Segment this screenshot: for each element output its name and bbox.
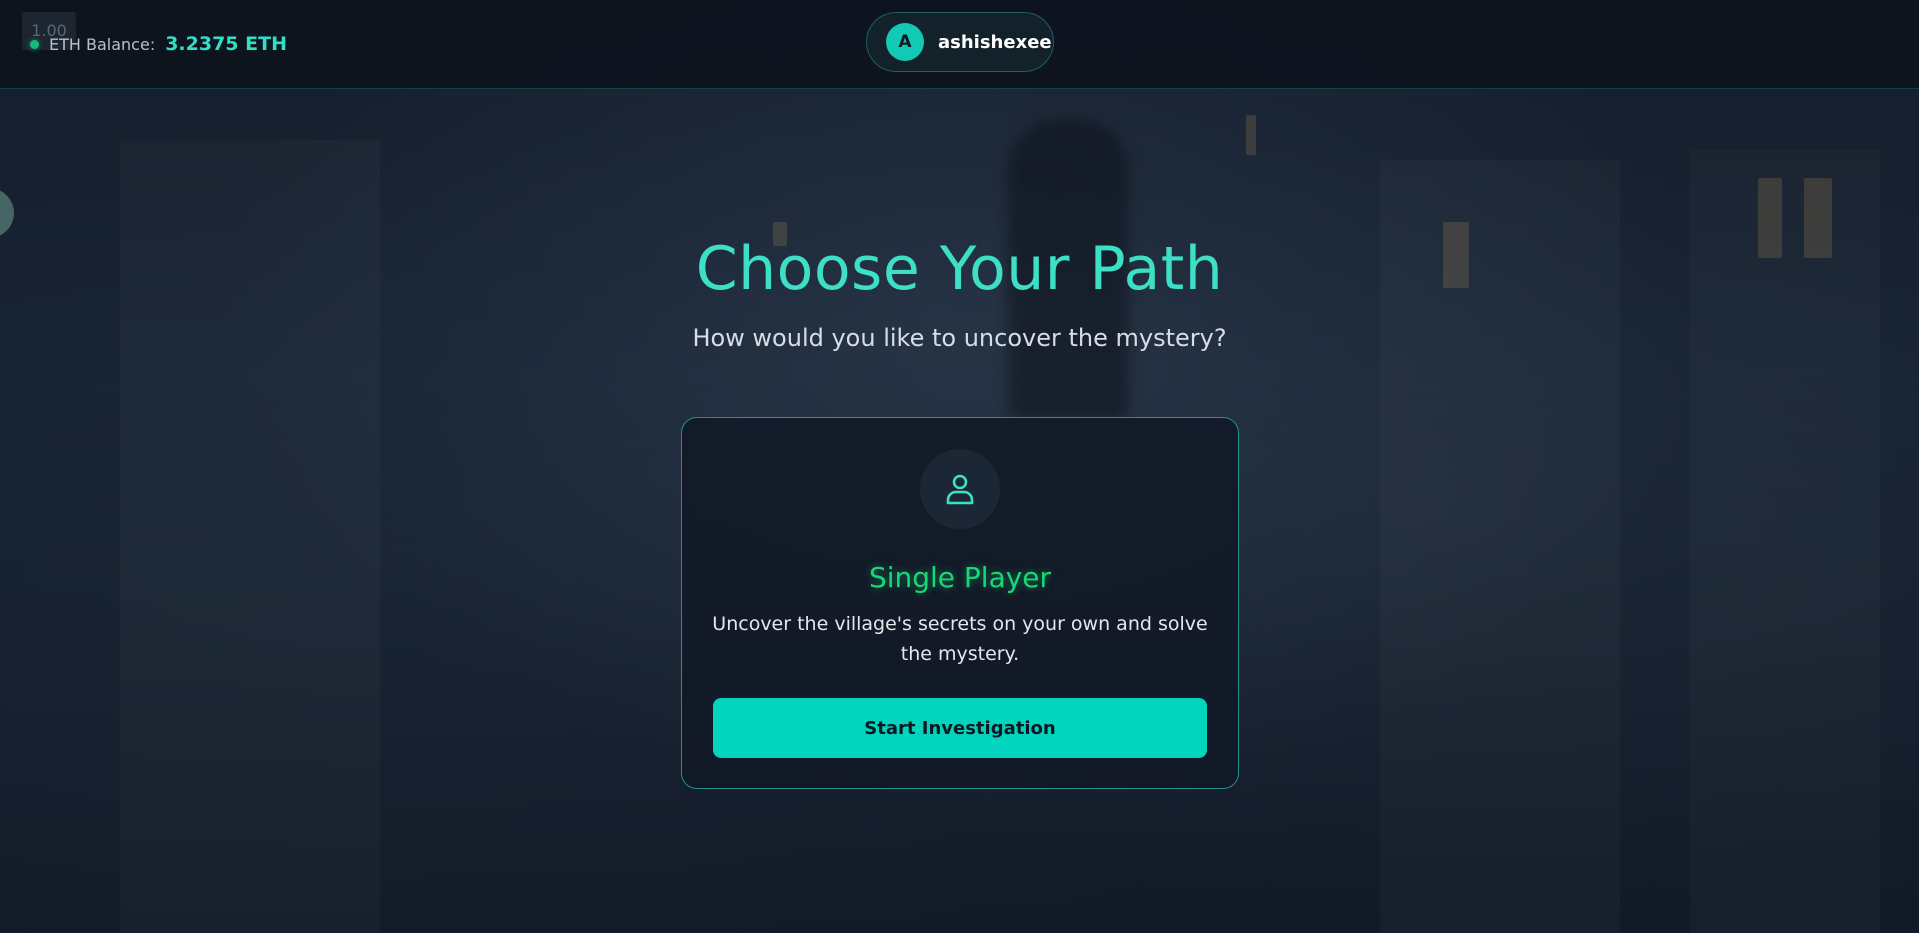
start-investigation-button[interactable]: Start Investigation (713, 698, 1207, 758)
balance-value: 3.2375 ETH (165, 33, 287, 55)
balance-label: ETH Balance: (49, 34, 156, 54)
top-bar: 1.00 ETH Balance: 3.2375 ETH A ashishexe… (0, 0, 1919, 89)
single-player-card[interactable]: Single Player Uncover the village's secr… (681, 417, 1239, 789)
eth-balance: ETH Balance: 3.2375 ETH (30, 30, 287, 58)
page-subtitle: How would you like to uncover the myster… (692, 324, 1227, 352)
user-profile-button[interactable]: A ashishexee (866, 12, 1054, 72)
background-window (1246, 115, 1256, 155)
user-icon (920, 449, 1000, 529)
status-dot-icon (30, 39, 39, 49)
card-title: Single Player (868, 561, 1052, 594)
page-title: Choose Your Path (695, 234, 1224, 304)
username: ashishexee (938, 31, 1052, 53)
card-description: Uncover the village's secrets on your ow… (712, 613, 1208, 665)
avatar: A (886, 23, 924, 61)
